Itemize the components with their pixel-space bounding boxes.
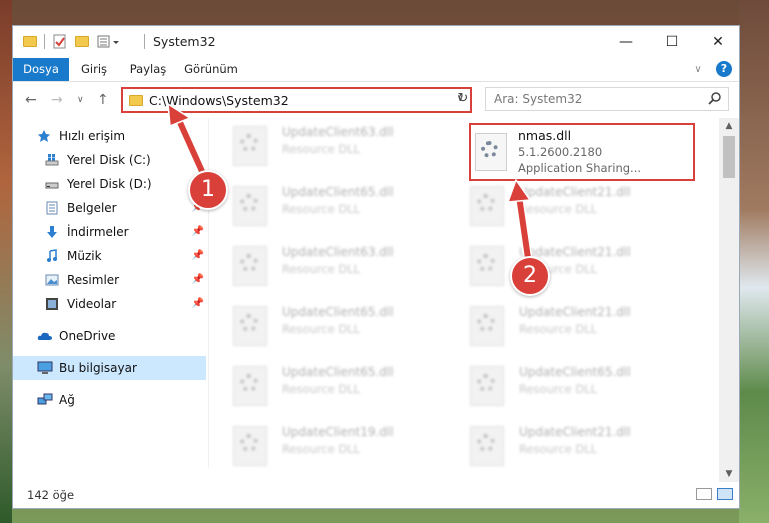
annotation-arrows: [167, 102, 533, 263]
callout-badge-2: 2: [510, 256, 550, 296]
callout-badge-1: 1: [188, 170, 228, 210]
arrow-1: [167, 102, 210, 183]
arrow-2: [506, 178, 533, 263]
